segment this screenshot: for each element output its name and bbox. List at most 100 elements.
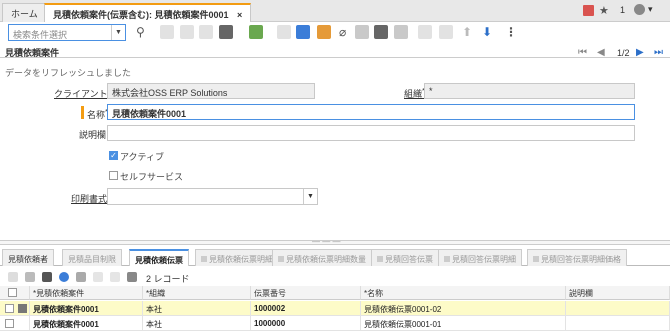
cell-description[interactable] bbox=[566, 301, 670, 316]
select-all-checkbox[interactable] bbox=[8, 288, 17, 297]
column-header-doc-no[interactable]: 伝票番号 bbox=[251, 286, 361, 300]
tab-rfq-vendor[interactable]: 見積依頼者 bbox=[2, 249, 54, 266]
required-marker bbox=[81, 106, 84, 119]
active-checkbox-label: アクティブ bbox=[120, 152, 165, 162]
tab-rfq-response-line-price[interactable]: 見積回答伝票明細価格 bbox=[527, 249, 627, 266]
client-label: クライアント* bbox=[54, 86, 111, 99]
tab-rfq-response[interactable]: 見積回答伝票 bbox=[371, 249, 439, 266]
delete-icon[interactable] bbox=[219, 25, 233, 39]
table-row[interactable]: 見積依頼案件0001 本社 1000000 見積依頼伝票0001-01 bbox=[0, 316, 670, 331]
grid-settings-icon[interactable] bbox=[59, 272, 69, 282]
tab-lock-icon bbox=[533, 256, 539, 262]
tab-lock-icon bbox=[278, 256, 284, 262]
tab-rfq-window[interactable]: 見積依頼案件(伝票含む): 見積依頼案件0001 × bbox=[44, 3, 252, 22]
grid-edit-icon[interactable] bbox=[76, 272, 86, 282]
name-label: 名称* bbox=[87, 107, 108, 120]
status-message: データをリフレッシュしました bbox=[5, 68, 132, 78]
description-field[interactable] bbox=[107, 125, 635, 141]
zoom-across-icon[interactable] bbox=[374, 25, 388, 39]
row-select-cell[interactable] bbox=[0, 316, 30, 331]
tab-rfq-document[interactable]: 見積依頼伝票 bbox=[129, 249, 189, 266]
selfservice-checkbox-label: セルフサービス bbox=[120, 172, 184, 182]
row-checkbox[interactable] bbox=[5, 304, 14, 313]
print-format-select[interactable]: ▼ bbox=[107, 188, 318, 205]
cell-case[interactable]: 見積依頼案件0001 bbox=[30, 316, 143, 331]
search-query-placeholder: 検索条件選択 bbox=[13, 30, 68, 40]
attachment-icon[interactable]: ⌀ bbox=[339, 24, 346, 40]
new-record-icon[interactable] bbox=[160, 25, 174, 39]
export-icon[interactable] bbox=[249, 25, 263, 39]
close-tab-icon[interactable]: × bbox=[237, 10, 242, 20]
tab-lock-icon bbox=[201, 256, 207, 262]
selfservice-checkbox[interactable] bbox=[109, 171, 118, 180]
cell-description[interactable] bbox=[566, 316, 670, 331]
cell-case[interactable]: 見積依頼案件0001 bbox=[30, 301, 143, 316]
search-query-select[interactable]: 検索条件選択 ▼ bbox=[8, 24, 126, 41]
column-header-description[interactable]: 説明欄 bbox=[566, 286, 670, 300]
grid-delete-icon[interactable] bbox=[42, 272, 52, 282]
client-field[interactable]: 株式会社OSS ERP Solutions bbox=[107, 83, 315, 99]
grid-select-all[interactable] bbox=[0, 286, 30, 300]
user-menu-caret[interactable]: ▾ bbox=[648, 4, 653, 15]
undo-icon[interactable] bbox=[277, 25, 291, 39]
panel-splitter[interactable]: — — — bbox=[0, 237, 670, 246]
save-icon[interactable] bbox=[199, 25, 213, 39]
detail-tab-bar: 見積依頼者 見積品目制限 見積依頼伝票 見積依頼伝票明細 見積依頼伝票明細数量 … bbox=[0, 249, 670, 266]
arrow-down-icon[interactable]: ⬇ bbox=[482, 24, 492, 40]
org-field[interactable]: * bbox=[424, 83, 635, 99]
chat-icon[interactable] bbox=[355, 25, 369, 39]
report-icon[interactable] bbox=[317, 25, 331, 39]
grid-save-icon[interactable] bbox=[25, 272, 35, 282]
description-label: 説明欄 bbox=[79, 130, 107, 140]
search-icon[interactable]: ⚲ bbox=[136, 24, 145, 40]
print-format-label: 印刷書式 bbox=[71, 194, 108, 204]
tab-lock-icon bbox=[444, 256, 450, 262]
grid-new-icon[interactable] bbox=[8, 272, 18, 282]
arrow-up-icon[interactable]: ⬆ bbox=[462, 24, 472, 40]
more-icon[interactable]: ⋮ bbox=[505, 24, 517, 40]
column-header-name[interactable]: *名称 bbox=[361, 286, 566, 300]
chevron-down-icon[interactable]: ▼ bbox=[303, 189, 317, 204]
splitter-handle[interactable]: — — — bbox=[312, 237, 340, 246]
active-checkbox[interactable]: ✓ bbox=[109, 151, 118, 160]
cell-org[interactable]: 本社 bbox=[143, 316, 251, 331]
row-select-cell[interactable] bbox=[0, 301, 30, 316]
tab-rfq-window-label: 見積依頼案件(伝票含む): 見積依頼案件0001 bbox=[53, 10, 229, 20]
cell-name[interactable]: 見積依頼伝票0001-01 bbox=[361, 316, 566, 331]
copy-record-icon[interactable] bbox=[180, 25, 194, 39]
table-row[interactable]: 見積依頼案件0001 本社 1000002 見積依頼伝票0001-02 bbox=[0, 301, 670, 316]
header-divider bbox=[0, 57, 670, 58]
grid-lock-icon[interactable] bbox=[93, 272, 103, 282]
print-icon[interactable] bbox=[418, 25, 432, 39]
grid-toggle-icon[interactable] bbox=[127, 272, 137, 282]
lock-icon[interactable] bbox=[439, 25, 453, 39]
edit-row-icon[interactable] bbox=[18, 304, 27, 313]
column-header-org[interactable]: *組織 bbox=[143, 286, 251, 300]
column-header-case[interactable]: *見積依頼案件 bbox=[30, 286, 143, 300]
row-checkbox[interactable] bbox=[5, 319, 14, 328]
org-label: 組織* bbox=[404, 86, 425, 99]
tab-home-label: ホーム bbox=[11, 9, 38, 19]
cell-doc-no[interactable]: 1000000 bbox=[251, 316, 361, 331]
cell-org[interactable]: 本社 bbox=[143, 301, 251, 316]
name-field[interactable]: 見積依頼案件0001 bbox=[107, 104, 635, 120]
chevron-down-icon[interactable]: ▼ bbox=[111, 25, 125, 40]
record-count: 2 レコード bbox=[146, 274, 190, 284]
tab-home[interactable]: ホーム bbox=[2, 3, 47, 22]
cell-name[interactable]: 見積依頼伝票0001-02 bbox=[361, 301, 566, 316]
user-icon[interactable] bbox=[634, 4, 645, 15]
favorites-count: 1 bbox=[620, 5, 626, 15]
main-toolbar: 検索条件選択 ▼ ⚲ ⌀ ⬆ ⬇ ⋮ bbox=[0, 22, 670, 44]
tab-lock-icon bbox=[377, 256, 383, 262]
archive-icon[interactable] bbox=[394, 25, 408, 39]
cell-doc-no[interactable]: 1000002 bbox=[251, 301, 361, 316]
home-icon[interactable] bbox=[583, 5, 594, 16]
tab-rfq-response-line[interactable]: 見積回答伝票明細 bbox=[438, 249, 522, 266]
star-icon[interactable]: ★ bbox=[599, 4, 609, 17]
grid-expand-icon[interactable] bbox=[110, 272, 120, 282]
tab-rfq-line-qty[interactable]: 見積依頼伝票明細数量 bbox=[272, 249, 372, 266]
window-tab-bar: ホーム 見積依頼案件(伝票含む): 見積依頼案件0001 × ★ 1 ▾ bbox=[0, 0, 670, 22]
refresh-icon[interactable] bbox=[296, 25, 310, 39]
tab-rfq-line[interactable]: 見積依頼伝票明細 bbox=[195, 249, 279, 266]
tab-rfq-topic-restriction[interactable]: 見積品目制限 bbox=[62, 249, 122, 266]
